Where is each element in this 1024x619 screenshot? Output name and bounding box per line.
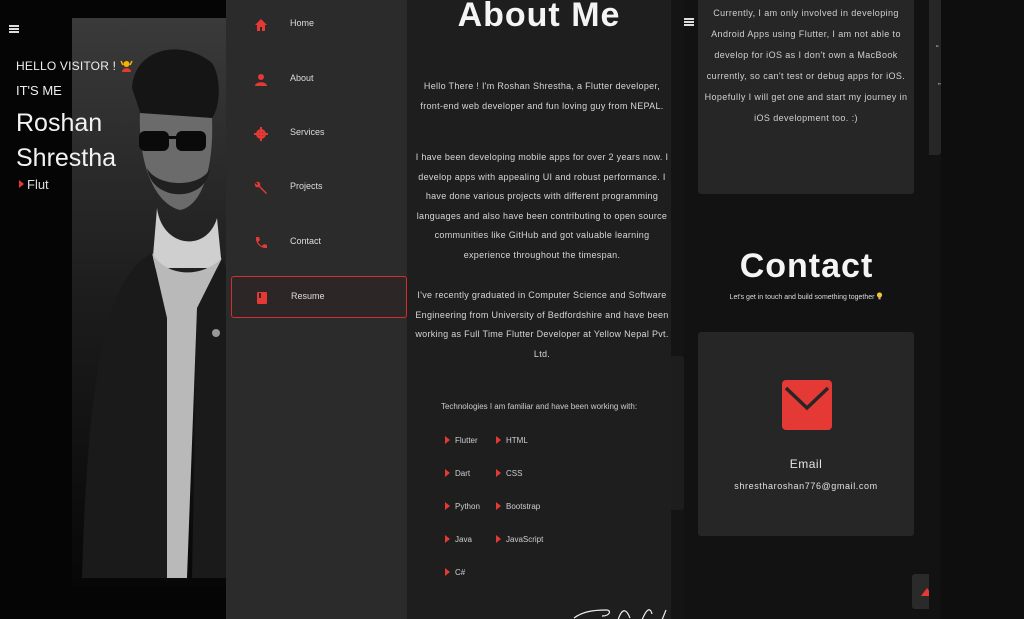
typed-role-text: Flut [27,177,49,192]
arrow-up-icon [921,588,929,596]
typed-role: Flut [19,177,49,192]
tech-label: Flutter [455,436,478,445]
tech-item: C# [445,568,465,577]
tech-item: JavaScript [496,535,543,544]
waving-person-icon [120,60,133,72]
tech-intro-text: Technologies I am familiar and have been… [440,402,638,411]
tech-label: HTML [506,436,528,445]
bullet-icon [496,436,501,444]
intro-text: IT'S ME [16,83,62,98]
signature-image [573,609,667,619]
lightbulb-icon [877,292,883,300]
tech-item: Dart [445,469,470,478]
email-address[interactable]: shrestharoshan776@gmail.com [698,481,914,491]
about-panel: About Me Hello There ! I'm Roshan Shrest… [407,0,671,619]
quote-mark-open: “ [936,44,939,53]
sidebar-item-home[interactable]: Home [231,4,407,46]
scroll-top-button[interactable] [912,574,929,609]
bullet-icon [496,502,501,510]
bullet-icon [445,469,450,477]
sidebar-item-contact[interactable]: Contact [231,222,407,264]
contact-subtitle-text: Let's get in touch and build something t… [729,294,875,301]
first-name: Roshan [16,109,103,137]
mail-icon [782,380,832,430]
menu-icon[interactable] [9,25,19,33]
sidebar-item-about[interactable]: About [231,59,407,101]
greeting-text: HELLO VISITOR ! [16,59,133,73]
tech-item: Flutter [445,436,478,445]
about-experience-paragraph: I have been developing mobile apps for o… [415,152,669,260]
sidebar-item-label: Contact [290,236,322,246]
sidebar-item-projects[interactable]: Projects [231,167,407,209]
book-icon [257,292,267,304]
page-background [941,0,1024,619]
hero-panel: HELLO VISITOR ! IT'S ME Roshan Shrestha … [0,0,226,619]
sidebar-item-label: About [290,73,314,83]
about-intro-paragraph: Hello There ! I'm Roshan Shrestha, a Flu… [420,81,664,111]
tech-label: Python [455,502,480,511]
next-panel-edge: “ ” [929,0,941,619]
menu-icon[interactable] [684,18,694,27]
sidebar-item-label: Resume [291,291,325,301]
play-icon [19,180,24,188]
tech-label: C# [455,568,466,577]
bullet-icon [445,568,450,576]
tech-item: Python [445,502,480,511]
tech-item: Java [445,535,472,544]
sidebar-item-resume[interactable]: Resume [231,276,407,318]
about-education-paragraph: I've recently graduated in Computer Scie… [415,290,669,359]
tech-item: Bootstrap [496,502,540,511]
bullet-icon [445,535,450,543]
sidebar-item-label: Home [290,18,315,28]
tech-label: Dart [455,469,471,478]
contact-panel: Currently, I am only involved in develop… [684,0,929,619]
contact-subtitle: Let's get in touch and build something t… [684,292,929,301]
tech-item: CSS [496,469,522,478]
tech-label: Bootstrap [506,502,541,511]
sidebar-item-label: Services [290,127,325,137]
sidebar-item-label: Projects [290,181,323,191]
bullet-icon [496,535,501,543]
last-name: Shrestha [16,144,117,172]
home-icon [255,19,267,31]
ios-note-card: Currently, I am only involved in develop… [698,0,914,194]
email-label: Email [789,457,823,471]
tech-label: Java [455,535,472,544]
bullet-icon [445,502,450,510]
person-icon [255,74,267,86]
scroll-tab [671,356,684,510]
tech-label: CSS [506,469,523,478]
wrench-icon [254,181,267,194]
contact-title: Contact [739,247,874,285]
about-title: About Me [457,0,621,34]
panel-gap [671,0,684,619]
ios-note-text: Currently, I am only involved in develop… [704,8,908,123]
tech-label: JavaScript [506,535,544,544]
bullet-icon [496,469,501,477]
bullet-icon [445,436,450,444]
gear-icon [254,127,268,141]
tech-item: HTML [496,436,528,445]
email-card[interactable]: Email shrestharoshan776@gmail.com [698,332,914,536]
profile-photo [72,18,226,586]
quote-card: “ ” [929,0,941,155]
phone-icon [255,237,267,249]
sidebar-item-services[interactable]: Services [231,113,407,155]
sidebar-nav: Home About Services Projects Contact Res… [226,0,407,619]
greeting-label: HELLO VISITOR ! [16,59,117,73]
